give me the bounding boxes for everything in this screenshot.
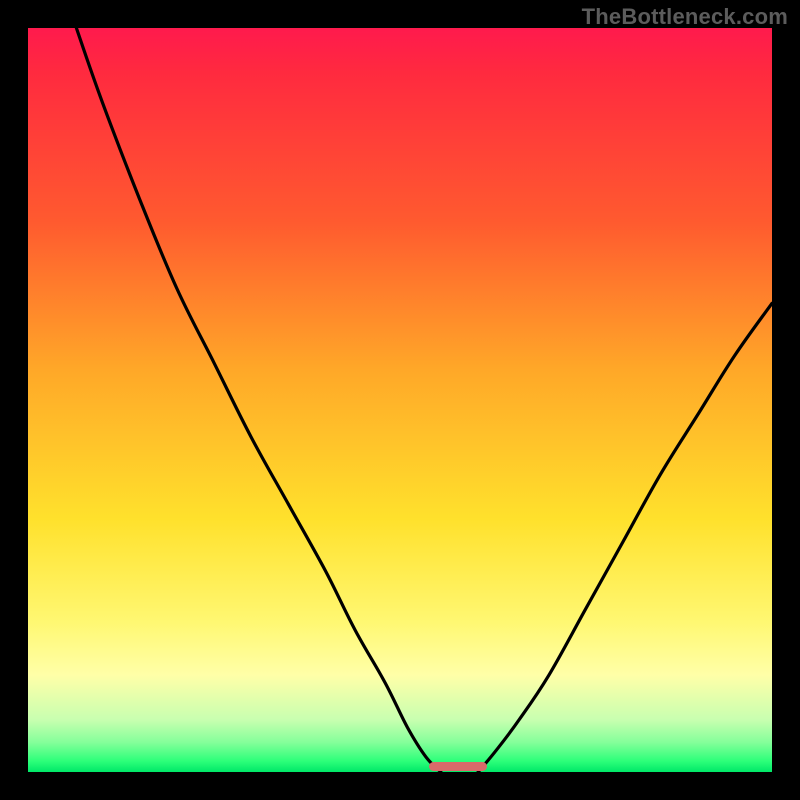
watermark-text: TheBottleneck.com: [582, 4, 788, 30]
curve-layer: [28, 28, 772, 772]
right-branch-curve: [478, 303, 772, 772]
left-branch-curve: [76, 28, 441, 772]
plot-area: [28, 28, 772, 772]
notch-marker: [429, 762, 487, 771]
chart-frame: TheBottleneck.com: [0, 0, 800, 800]
